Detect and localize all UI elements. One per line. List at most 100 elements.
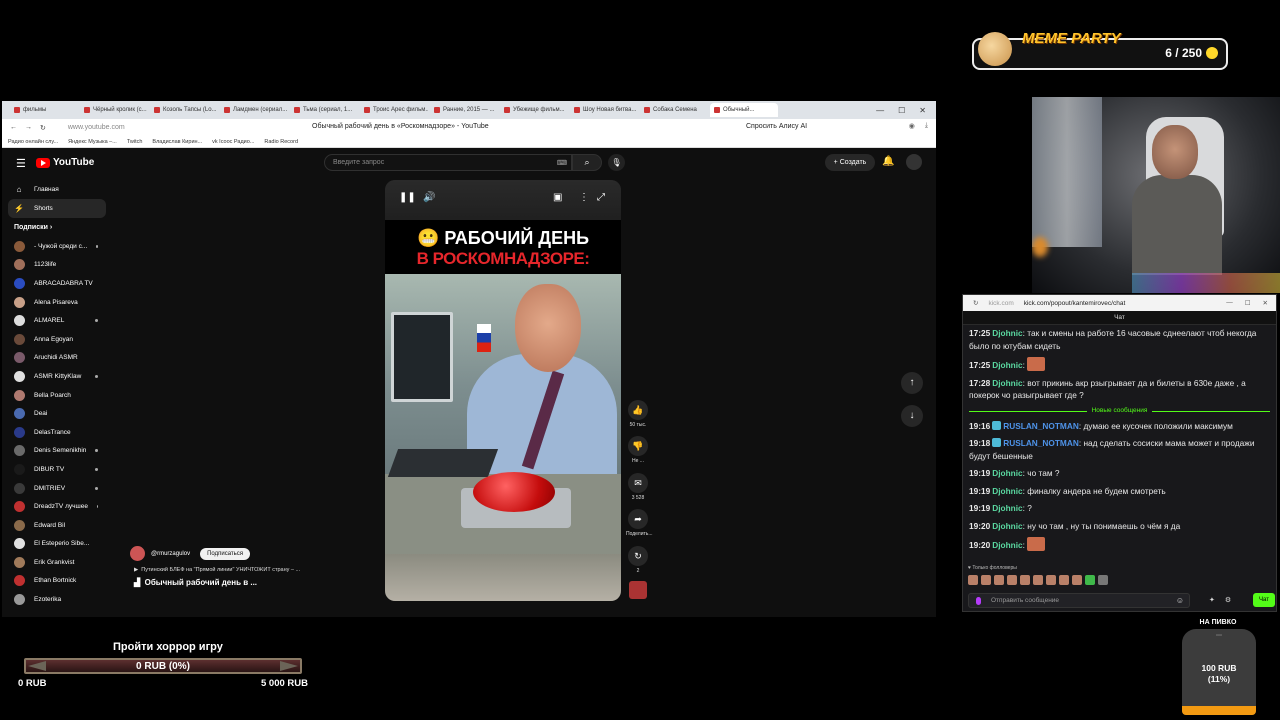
subscription-item[interactable]: Ethan Bortnick [2,572,112,591]
message-username[interactable]: Djohnic [992,360,1022,370]
message-username[interactable]: Djohnic [992,328,1022,338]
emote-icon[interactable] [1085,575,1095,585]
subscription-item[interactable]: ABRACADABRA TV [2,274,112,293]
extension-icon[interactable]: ◉ [909,122,915,130]
browser-tab[interactable]: Козоль Тапсы (Lo... [150,103,218,117]
short-video-player[interactable]: ❚❚ 🔊 ▣ ⋮ ⤢ 😬 РАБОЧИЙ ДЕНЬ В РОСКОМНАДЗОР… [385,180,621,601]
dislike-button[interactable]: 👎 Не ... [626,436,650,464]
subscription-item[interactable]: 1123life [2,256,112,275]
search-button[interactable]: ⌕ [572,154,602,171]
subscription-item[interactable]: DIBUR TV [2,460,112,479]
channel-thumbnail[interactable] [629,581,647,599]
bookmark-item[interactable]: vk Iсоос Радио... [212,139,254,145]
fullscreen-icon[interactable]: ⤢ [597,192,605,203]
browser-tab[interactable]: Шоу Новая битва... [570,103,638,117]
avatar[interactable] [906,154,922,170]
emote-icon[interactable] [1007,575,1017,585]
browser-tab[interactable]: Обычный... [710,103,778,117]
message-username[interactable]: RUSLAN_NOTMAN [1003,438,1079,448]
browser-tab[interactable]: Собака Семена [640,103,708,117]
settings-gear-icon[interactable]: ⚙ [1225,596,1231,604]
subscription-item[interactable]: Edward Bil [2,516,112,535]
emote-icon[interactable] [981,575,991,585]
subscription-item[interactable]: Deai [2,404,112,423]
subscription-item[interactable]: Denis Semenikhin [2,442,112,461]
subscription-item[interactable]: DelasTrance [2,423,112,442]
sidebar-item-shorts[interactable]: ⚡ Shorts [8,199,106,218]
search-input[interactable]: Введите запрос ⌨ [324,154,572,171]
more-options-icon[interactable]: ⋮ [579,192,589,203]
message-username[interactable]: Djohnic [992,486,1022,496]
create-button[interactable]: + Создать [825,154,875,171]
subscription-item[interactable]: DreadzTV лучшее [2,497,112,516]
subscriptions-heading[interactable]: Подписки › [2,218,112,237]
browser-tab[interactable]: Ламдмен (сериал... [220,103,288,117]
bookmark-item[interactable]: Twitch [127,139,143,145]
emote-icon[interactable] [1033,575,1043,585]
subscription-item[interactable]: - Чужой среди с... [2,237,112,256]
ask-alice-button[interactable]: Спросить Алису AI [746,123,807,130]
pause-icon[interactable]: ❚❚ [399,192,416,203]
bookmark-item[interactable]: Radio Record [264,139,298,145]
notifications-bell-icon[interactable]: 🔔 [882,156,894,167]
emote-icon[interactable] [1020,575,1030,585]
emoji-icon[interactable]: ☺ [1176,596,1184,605]
keyboard-icon[interactable]: ⌨ [557,159,567,167]
browser-tab[interactable]: фильмы [10,103,78,117]
maximize-icon[interactable]: ☐ [1245,299,1251,307]
channel-avatar[interactable] [130,546,145,561]
message-username[interactable]: Djohnic [992,378,1022,388]
microphone-icon[interactable] [976,597,981,605]
browser-tab[interactable]: Ранние, 2015 — ... [430,103,498,117]
minimize-icon[interactable]: — [1226,299,1233,307]
subscription-item[interactable]: El Esteperio Sibe... [2,535,112,554]
forward-icon[interactable]: → [25,124,32,131]
close-icon[interactable]: ✕ [919,106,926,115]
cart-icon[interactable]: ✦ [1209,596,1215,604]
browser-tab[interactable]: Чёрный кролик (с... [80,103,148,117]
bookmark-item[interactable]: Владислав Кирин... [152,139,202,145]
like-button[interactable]: 👍 50 тыс. [626,400,650,428]
chat-send-button[interactable]: Чат [1253,593,1275,607]
share-button[interactable]: ➦ Поделить... [626,509,653,537]
channel-handle[interactable]: @rmurzagulov [151,551,190,557]
next-short-button[interactable]: ↓ [901,405,923,427]
subscription-item[interactable]: Ezoterika [2,590,112,609]
message-username[interactable]: Djohnic [992,468,1022,478]
message-username[interactable]: Djohnic [992,503,1022,513]
back-icon[interactable]: ← [10,124,17,131]
url-field[interactable]: www.youtube.com [68,124,125,131]
related-video-link[interactable]: ▶ Путинский БЛЕФ на "Прямой линии" УНИЧТ… [134,567,300,573]
minimize-icon[interactable]: — [876,106,884,115]
close-icon[interactable]: ✕ [1263,299,1268,307]
reload-icon[interactable]: ↻ [973,299,978,307]
emote-icon[interactable] [1098,575,1108,585]
subscription-item[interactable]: Aruchidi ASMR [2,349,112,368]
bookmark-item[interactable]: Яндекс Музыка –... [68,139,117,145]
subscription-item[interactable]: DMITRIEV [2,479,112,498]
reload-icon[interactable]: ↻ [40,124,46,132]
youtube-logo[interactable]: YouTube [36,157,94,168]
subscription-item[interactable]: Anna Egoyan [2,330,112,349]
bookmark-item[interactable]: Радио онлайн слу... [8,139,58,145]
subscription-item[interactable]: Alena Pisareva [2,293,112,312]
subscription-item[interactable]: ALMAREL [2,311,112,330]
emote-icon[interactable] [1059,575,1069,585]
maximize-icon[interactable]: ☐ [898,106,905,115]
emote-icon[interactable] [994,575,1004,585]
sidebar-item-главная[interactable]: ⌂ Главная [2,180,112,199]
download-icon[interactable]: ⤓ [925,122,928,130]
browser-tab[interactable]: Убежище фильм... [500,103,568,117]
browser-tab[interactable]: Тьма (сериал, 1... [290,103,358,117]
subscribe-button[interactable]: Подписаться [200,547,251,560]
subscription-item[interactable]: ASMR KittyKlaw [2,367,112,386]
message-username[interactable]: RUSLAN_NOTMAN [1003,421,1079,431]
emote-icon[interactable] [968,575,978,585]
message-username[interactable]: Djohnic [992,540,1022,550]
microphone-icon[interactable]: 🎙 [608,154,625,171]
emote-icon[interactable] [1046,575,1056,585]
comments-button[interactable]: ✉ 3 528 [626,473,650,501]
subscription-item[interactable]: Erik Grankvist [2,553,112,572]
emote-icon[interactable] [1072,575,1082,585]
hamburger-menu-icon[interactable]: ☰ [16,157,26,170]
